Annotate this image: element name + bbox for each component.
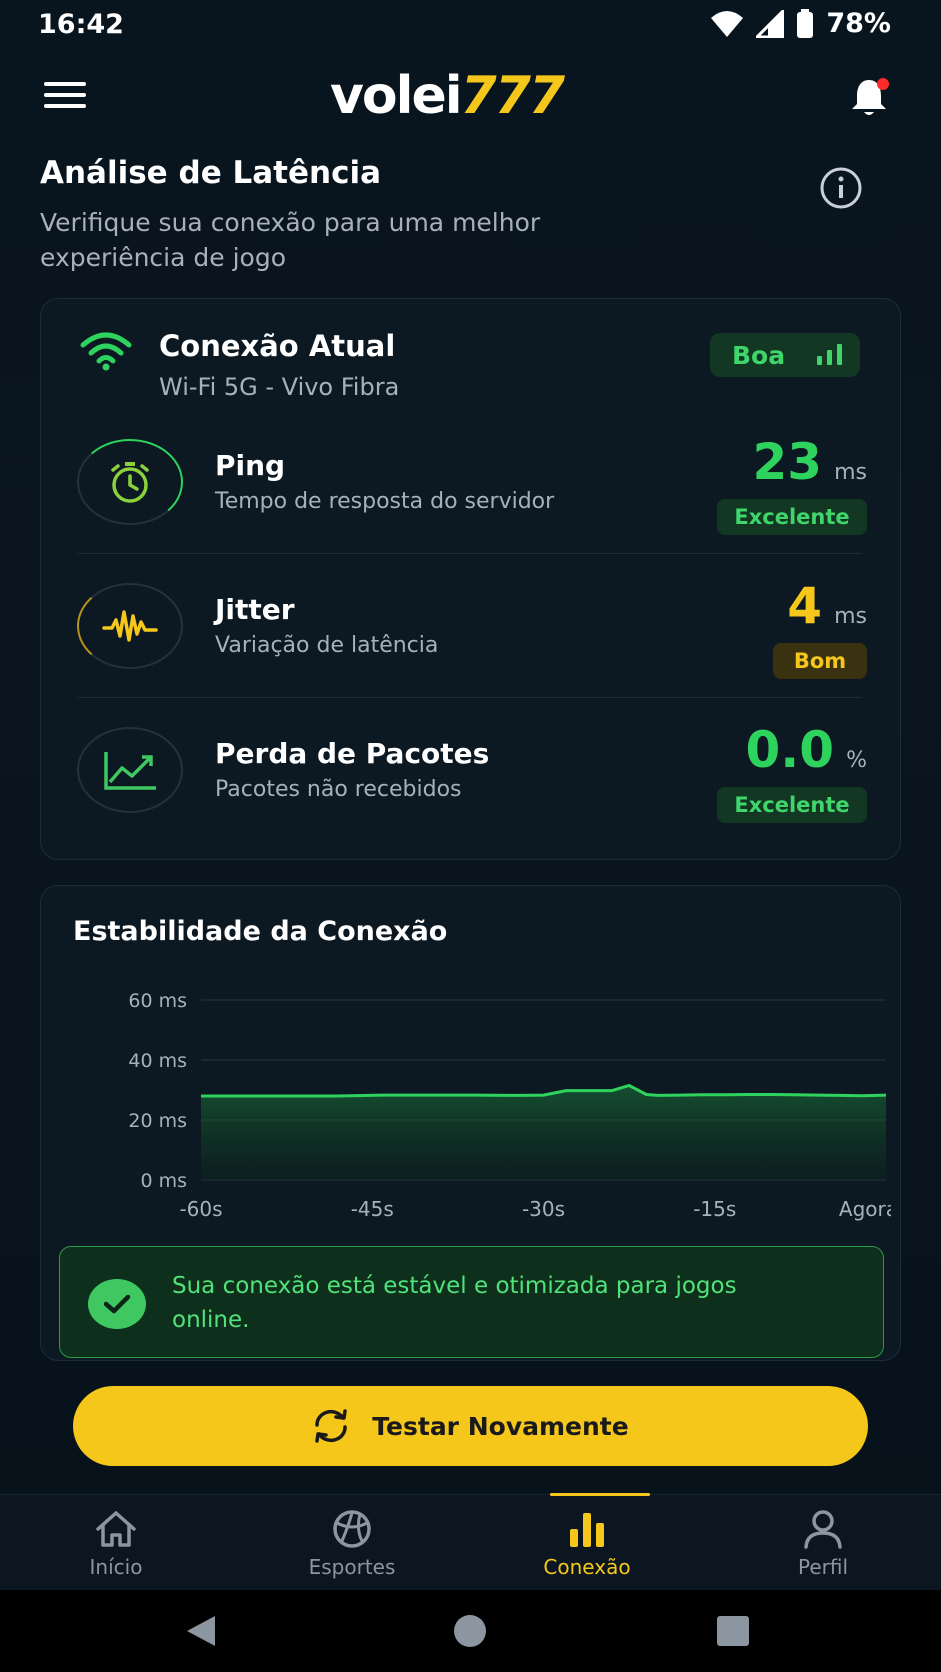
recents-icon[interactable] <box>716 1615 750 1647</box>
metric-rating: Excelente <box>717 499 867 535</box>
quality-badge: Boa <box>710 333 860 377</box>
jitter-ring <box>77 583 183 669</box>
nav-item-conexao[interactable]: Conexão <box>507 1509 667 1579</box>
stopwatch-icon <box>111 462 149 503</box>
nav-label: Esportes <box>308 1555 396 1579</box>
x-tick-label: -60s <box>179 1197 222 1221</box>
waveform-icon <box>102 610 158 642</box>
trend-up-icon <box>104 752 156 790</box>
system-nav-bar <box>0 1590 941 1672</box>
signal-bars-icon <box>817 344 842 365</box>
metric-desc: Tempo de resposta do servidor <box>215 489 555 514</box>
latency-line <box>201 1084 887 1098</box>
y-tick-label: 60 ms <box>128 990 187 1012</box>
back-icon[interactable] <box>183 1614 219 1648</box>
x-tick-label: -45s <box>351 1197 394 1221</box>
metric-name: Ping <box>215 449 286 482</box>
ball-icon <box>333 1510 371 1548</box>
battery-level: 78% <box>826 8 891 39</box>
stability-chart: 60 ms 40 ms 20 ms 0 ms -60s -45s -30s -15s Agora <box>128 990 891 1221</box>
quality-label: Boa <box>732 340 786 370</box>
nav-label: Início <box>89 1555 143 1579</box>
menu-icon[interactable] <box>44 82 86 112</box>
nav-label: Perfil <box>797 1555 849 1579</box>
metric-ping: Ping Tempo de resposta do servidor 23 ms … <box>77 419 867 549</box>
chart-title: Estabilidade da Conexão <box>73 916 448 947</box>
retest-label: Testar Novamente <box>372 1411 629 1441</box>
stable-status-box: Sua conexão está estável e otimizada par… <box>59 1246 884 1358</box>
metric-name: Jitter <box>215 593 295 626</box>
x-tick-label: -15s <box>693 1197 736 1221</box>
ping-ring <box>77 439 183 525</box>
x-tick-label: -30s <box>522 1197 565 1221</box>
metric-rating: Bom <box>773 643 867 679</box>
app-header: volei777 <box>0 60 941 134</box>
bar-chart-icon <box>570 1513 604 1547</box>
user-icon <box>804 1510 842 1549</box>
metric-packet-loss: Perda de Pacotes Pacotes não recebidos 0… <box>77 707 867 837</box>
divider <box>77 553 862 554</box>
y-tick-label: 20 ms <box>128 1110 187 1132</box>
x-tick-label: Agora <box>839 1197 891 1221</box>
metric-desc: Variação de latência <box>215 633 439 658</box>
metric-value: 0.0% <box>745 721 867 779</box>
latency-area <box>201 1085 886 1180</box>
y-tick-label: 40 ms <box>128 1050 187 1072</box>
nav-active-indicator <box>550 1493 650 1496</box>
connection-card: Conexão Atual Wi-Fi 5G - Vivo Fibra Boa … <box>40 298 901 860</box>
metric-name: Perda de Pacotes <box>215 737 490 770</box>
refresh-icon <box>315 1409 348 1443</box>
notification-bell-icon[interactable] <box>847 76 891 120</box>
wifi-icon <box>80 332 132 371</box>
info-icon[interactable] <box>819 166 863 210</box>
metric-value: 23 ms <box>752 433 868 491</box>
metric-desc: Pacotes não recebidos <box>215 777 462 802</box>
connection-title: Conexão Atual <box>159 329 396 363</box>
status-bar: 16:42 78% <box>0 0 941 52</box>
y-tick-label: 0 ms <box>140 1170 187 1192</box>
page-subtitle: Verifique sua conexão para uma melhor ex… <box>40 208 541 272</box>
page-title: Análise de Latência <box>40 155 382 191</box>
connection-network: Wi-Fi 5G - Vivo Fibra <box>159 373 400 401</box>
home-icon <box>96 1511 136 1547</box>
metric-value: 4 ms <box>787 577 867 635</box>
logo: volei777 <box>330 66 565 126</box>
home-nav-icon[interactable] <box>453 1614 487 1648</box>
divider <box>77 697 862 698</box>
metric-rating: Excelente <box>717 787 867 823</box>
nav-item-esportes[interactable]: Esportes <box>272 1509 432 1579</box>
wifi-status-icon <box>711 10 744 37</box>
stable-message: Sua conexão está estável e otimizada par… <box>172 1273 737 1333</box>
nav-item-inicio[interactable]: Início <box>36 1509 196 1579</box>
title-block: Análise de Latência Verifique sua conexã… <box>40 155 740 275</box>
cell-signal-icon <box>756 9 785 38</box>
retest-button[interactable]: Testar Novamente <box>73 1386 868 1466</box>
status-icons: 78% <box>710 8 891 39</box>
nav-item-perfil[interactable]: Perfil <box>743 1509 903 1579</box>
check-icon <box>88 1279 146 1329</box>
stability-card: Estabilidade da Conexão 60 ms 40 ms 20 ms 0… <box>40 885 901 1361</box>
packet-loss-ring <box>77 727 183 813</box>
status-time: 16:42 <box>38 9 124 40</box>
battery-icon <box>797 8 814 38</box>
bottom-nav: Início Esportes Conexão Perfil <box>0 1493 941 1590</box>
nav-label: Conexão <box>543 1555 631 1579</box>
metric-jitter: Jitter Variação de latência 4 ms Bom <box>77 563 867 693</box>
